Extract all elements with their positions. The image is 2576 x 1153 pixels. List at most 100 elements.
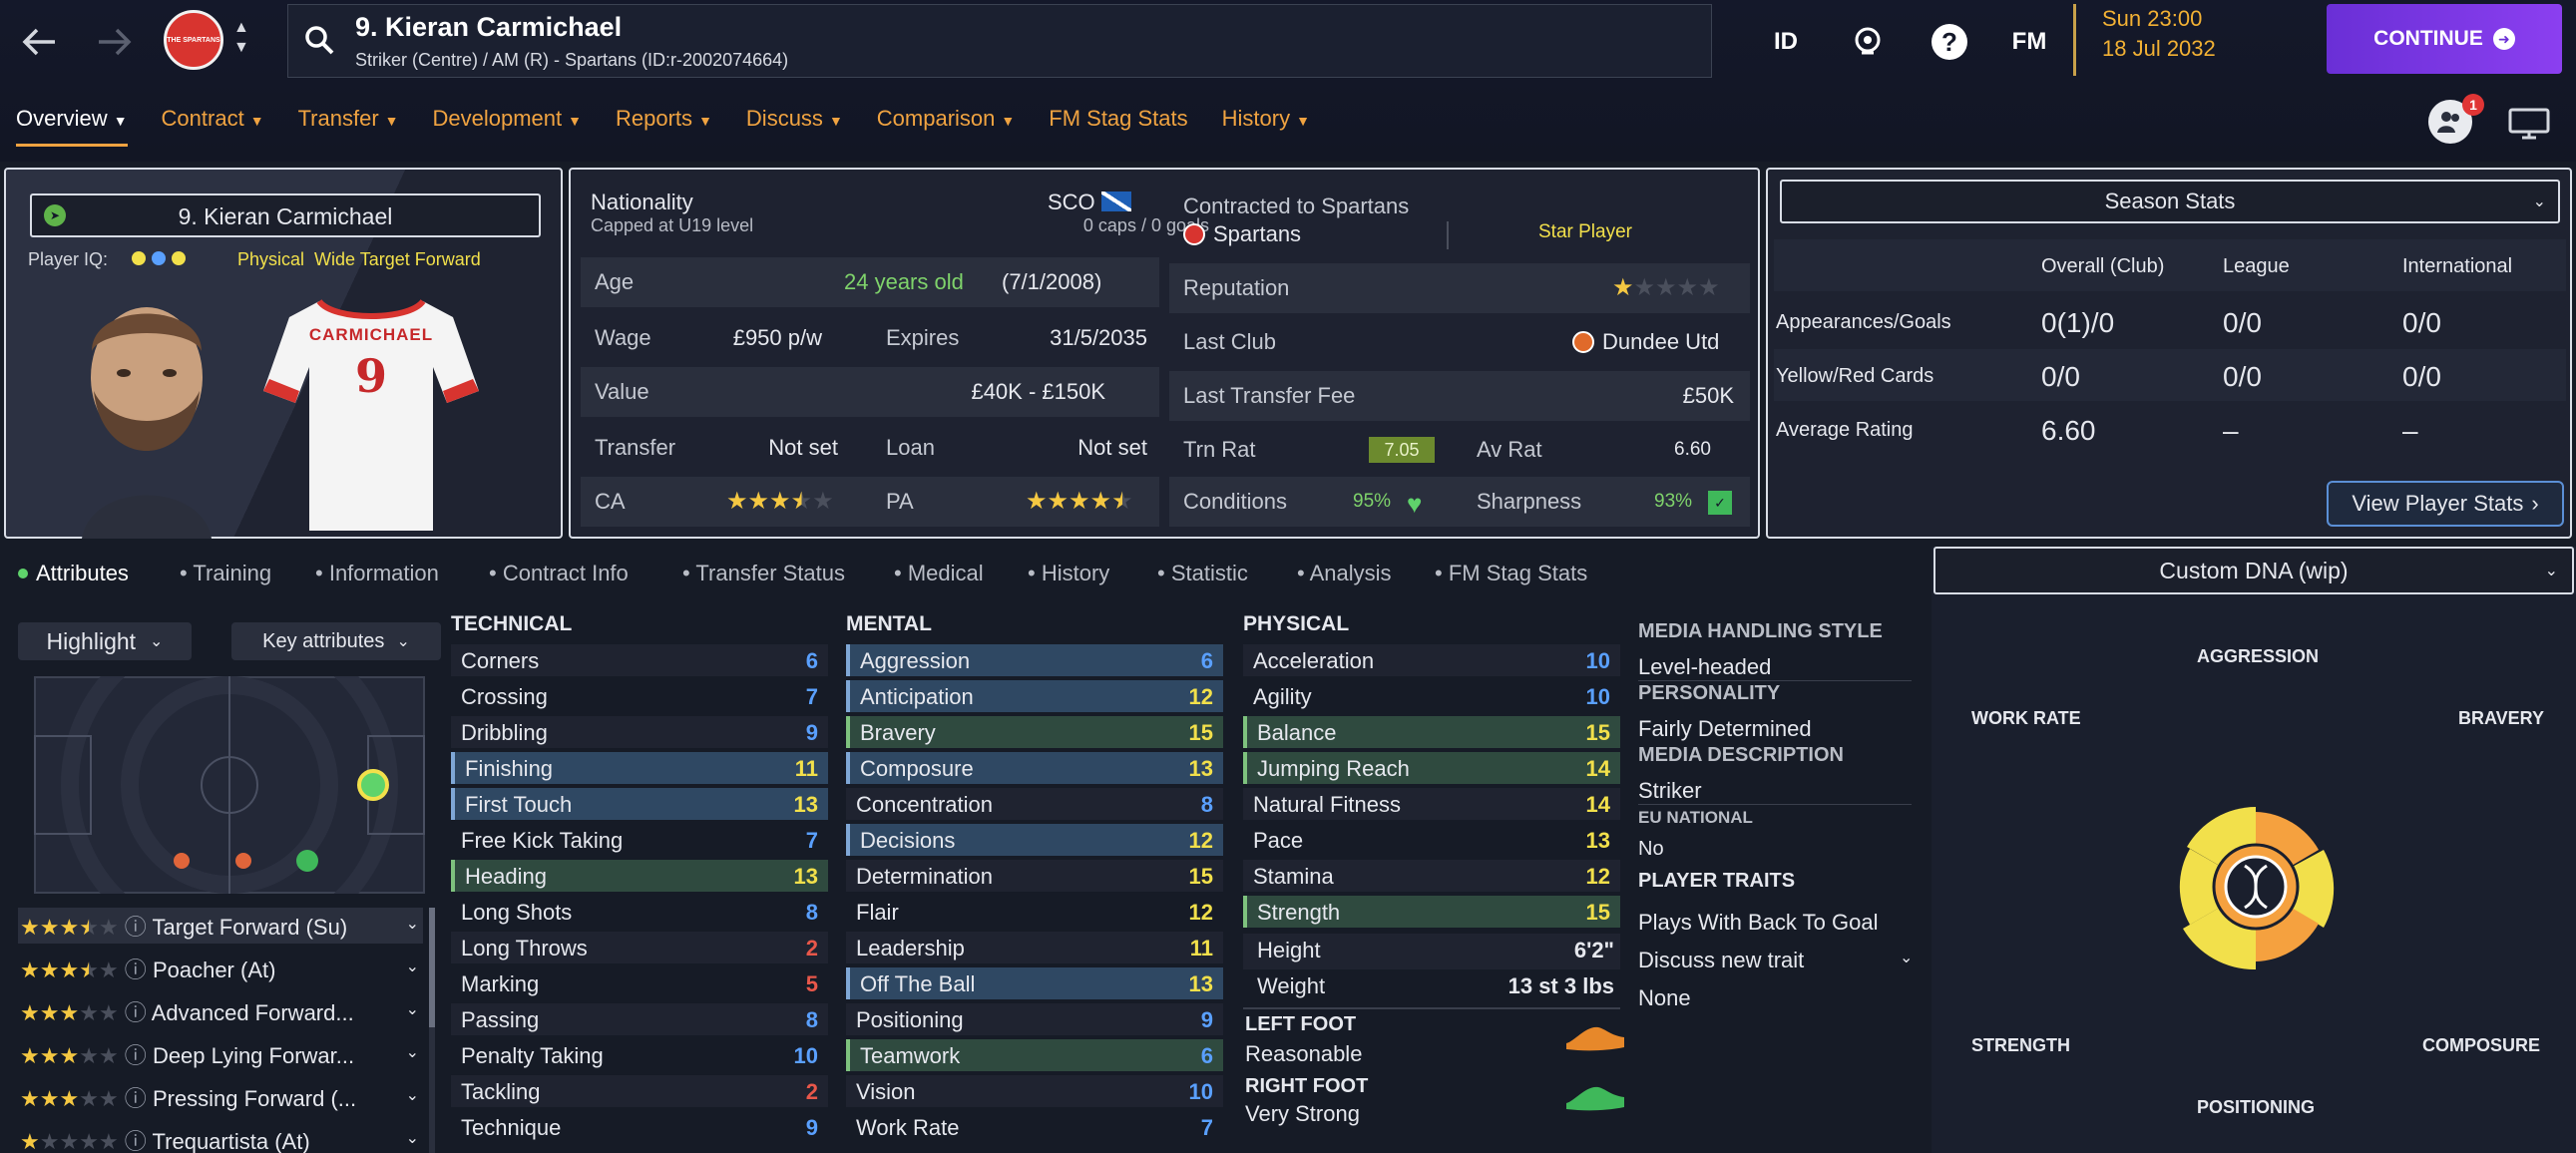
attribute-row[interactable]: Teamwork 6 xyxy=(846,1039,1223,1071)
attribute-row[interactable]: Flair 12 xyxy=(846,896,1223,928)
attribute-name: Heading xyxy=(465,864,547,889)
attribute-row[interactable]: Stamina 12 xyxy=(1243,860,1620,892)
club-badge[interactable]: THE SPARTANS xyxy=(164,10,223,70)
help-icon[interactable]: ? xyxy=(1928,20,1971,64)
subtab-statistic-label: Statistic xyxy=(1170,561,1248,585)
tab-overview[interactable]: Overview ▼ xyxy=(16,106,128,147)
discuss-trait-button[interactable]: Discuss new trait ⌄ xyxy=(1638,948,1913,973)
season-stats-dropdown[interactable]: Season Stats ⌄ xyxy=(1780,180,2560,223)
club-switch-chevrons-icon[interactable]: ▲ ▼ xyxy=(233,18,249,58)
tab-history[interactable]: History ▼ xyxy=(1222,106,1310,144)
attribute-row[interactable]: Work Rate 7 xyxy=(846,1111,1223,1143)
attribute-row[interactable]: Anticipation 12 xyxy=(846,680,1223,712)
subtab-transfer-status-label: Transfer Status xyxy=(695,561,845,585)
attribute-row[interactable]: Corners 6 xyxy=(451,644,828,676)
back-arrow-icon[interactable] xyxy=(14,20,64,64)
tab-comparison[interactable]: Comparison ▼ xyxy=(877,106,1015,144)
tab-discuss[interactable]: Discuss ▼ xyxy=(746,106,843,144)
ca-label: CA xyxy=(595,489,626,514)
subtab-contract-info[interactable]: • Contract Info xyxy=(489,561,629,586)
attribute-row[interactable]: Determination 15 xyxy=(846,860,1223,892)
subtab-analysis[interactable]: • Analysis xyxy=(1297,561,1392,586)
roles-scrollbar[interactable] xyxy=(429,908,435,1153)
attribute-value: 11 xyxy=(794,756,818,781)
role-stars: ★★★★★ xyxy=(20,1000,119,1025)
attribute-name: Long Shots xyxy=(461,900,573,925)
subtab-information[interactable]: • Information xyxy=(315,561,439,586)
attribute-row[interactable]: Pace 13 xyxy=(1243,824,1620,856)
id-button[interactable]: ID xyxy=(1764,20,1808,64)
attribute-row[interactable]: Long Throws 2 xyxy=(451,932,828,963)
attribute-row[interactable]: Decisions 12 xyxy=(846,824,1223,856)
attribute-row[interactable]: Natural Fitness 14 xyxy=(1243,788,1620,820)
tab-contract[interactable]: Contract ▼ xyxy=(162,106,264,144)
tab-comparison-label: Comparison xyxy=(876,106,996,131)
subtab-training[interactable]: • Training xyxy=(180,561,271,586)
attribute-row[interactable]: Off The Ball 13 xyxy=(846,967,1223,999)
role-row[interactable]: ★★★★★ ⓘ Deep Lying Forwar... ⌄ xyxy=(20,1038,425,1074)
attribute-row[interactable]: Vision 10 xyxy=(846,1075,1223,1107)
attribute-row[interactable]: Balance 15 xyxy=(1243,716,1620,748)
attribute-row[interactable]: Leadership 11 xyxy=(846,932,1223,963)
attribute-row[interactable]: Aggression 6 xyxy=(846,644,1223,676)
attribute-row[interactable]: First Touch 13 xyxy=(451,788,828,820)
scout-icon[interactable] xyxy=(1846,20,1890,64)
attribute-row[interactable]: Finishing 11 xyxy=(451,752,828,784)
subtab-training-label: Training xyxy=(193,561,272,585)
tab-reports[interactable]: Reports ▼ xyxy=(616,106,712,144)
attribute-row[interactable]: Agility 10 xyxy=(1243,680,1620,712)
attribute-value: 14 xyxy=(1585,756,1610,781)
forward-arrow-icon[interactable] xyxy=(90,20,140,64)
custom-dna-dropdown[interactable]: Custom DNA (wip) ⌄ xyxy=(1933,547,2574,594)
attribute-row[interactable]: Jumping Reach 14 xyxy=(1243,752,1620,784)
last-fee-value: £50K xyxy=(1682,383,1734,408)
subtab-attributes-label: Attributes xyxy=(36,561,129,585)
attribute-row[interactable]: Marking 5 xyxy=(451,967,828,999)
subtab-medical[interactable]: • Medical xyxy=(894,561,984,586)
game-date[interactable]: Sun 23:00 18 Jul 2032 xyxy=(2073,4,2307,76)
role-row[interactable]: ★★★★★ ⓘ Poacher (At) ⌄ xyxy=(20,953,425,988)
attribute-row[interactable]: Concentration 8 xyxy=(846,788,1223,820)
role-row[interactable]: ★★★★★ ⓘ Trequartista (At) ⌄ xyxy=(20,1124,425,1153)
subtab-transfer-status[interactable]: • Transfer Status xyxy=(682,561,845,586)
roles-scrollbar-thumb[interactable] xyxy=(429,908,435,1027)
attribute-row[interactable]: Bravery 15 xyxy=(846,716,1223,748)
display-monitor-icon[interactable] xyxy=(2508,108,2550,146)
search-icon[interactable] xyxy=(303,24,335,62)
role-row[interactable]: ★★★★★ ⓘ Pressing Forward (... ⌄ xyxy=(20,1081,425,1117)
subtab-fm-stag-stats[interactable]: • FM Stag Stats xyxy=(1435,561,1587,586)
view-player-stats-button[interactable]: View Player Stats › xyxy=(2327,481,2564,527)
attribute-row[interactable]: Heading 13 xyxy=(451,860,828,892)
attribute-row[interactable]: Tackling 2 xyxy=(451,1075,828,1107)
attribute-row[interactable]: Dribbling 9 xyxy=(451,716,828,748)
attribute-row[interactable]: Long Shots 8 xyxy=(451,896,828,928)
fm-menu-button[interactable]: FM xyxy=(2009,20,2049,64)
attribute-row[interactable]: Composure 13 xyxy=(846,752,1223,784)
star-full-icon: ★ xyxy=(59,1086,80,1111)
highlight-dropdown[interactable]: Highlight ⌄ xyxy=(18,622,192,660)
subtab-attributes[interactable]: Attributes xyxy=(18,561,129,586)
attribute-row[interactable]: Crossing 7 xyxy=(451,680,828,712)
physical-heading: PHYSICAL xyxy=(1243,612,1350,635)
tab-development[interactable]: Development ▼ xyxy=(433,106,583,144)
attribute-row[interactable]: Free Kick Taking 7 xyxy=(451,824,828,856)
attribute-row[interactable]: Strength 15 xyxy=(1243,896,1620,928)
continue-button[interactable]: CONTINUE ➜ xyxy=(2327,4,2562,74)
player-profile-card: ➤ 9. Kieran Carmichael Player IQ: Physic… xyxy=(4,168,563,539)
attribute-row[interactable]: Penalty Taking 10 xyxy=(451,1039,828,1071)
key-attributes-dropdown[interactable]: Key attributes ⌄ xyxy=(231,622,441,660)
attribute-row[interactable]: Passing 8 xyxy=(451,1003,828,1035)
attribute-row[interactable]: Acceleration 10 xyxy=(1243,644,1620,676)
role-row[interactable]: ★★★★★ ⓘ Advanced Forward... ⌄ xyxy=(20,995,425,1031)
subtab-history[interactable]: • History xyxy=(1028,561,1109,586)
attribute-row[interactable]: Positioning 9 xyxy=(846,1003,1223,1035)
divider xyxy=(1243,1007,1620,1009)
profile-name-box[interactable]: ➤ 9. Kieran Carmichael xyxy=(30,193,541,237)
role-row[interactable]: ★★★★★ ⓘ Target Forward (Su) ⌄ xyxy=(20,910,425,946)
tab-fm-stag-stats[interactable]: FM Stag Stats xyxy=(1049,106,1187,144)
attribute-row[interactable]: Technique 9 xyxy=(451,1111,828,1143)
subtab-statistic[interactable]: • Statistic xyxy=(1157,561,1248,586)
attribute-value: 10 xyxy=(1585,648,1610,673)
position-pitch[interactable] xyxy=(34,676,425,894)
tab-transfer[interactable]: Transfer ▼ xyxy=(298,106,399,144)
